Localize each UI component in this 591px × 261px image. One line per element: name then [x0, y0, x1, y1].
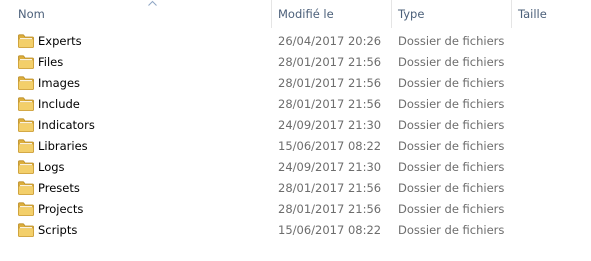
file-name: Scripts	[38, 223, 78, 237]
folder-icon	[18, 202, 34, 216]
file-name: Presets	[38, 181, 80, 195]
column-header-bar: Nom Modifié le Type Taille	[0, 0, 591, 28]
file-row[interactable]: Libraries 15/06/2017 08:22 Dossier de fi…	[0, 136, 591, 157]
file-name: Images	[38, 76, 81, 90]
file-type: Dossier de fichiers	[398, 76, 505, 90]
column-header-size-label: Taille	[518, 7, 547, 21]
file-type: Dossier de fichiers	[398, 97, 505, 111]
file-name: Libraries	[38, 139, 88, 153]
file-name: Include	[38, 97, 80, 111]
folder-icon	[18, 34, 34, 48]
file-type: Dossier de fichiers	[398, 55, 505, 69]
file-name: Files	[38, 55, 64, 69]
file-row[interactable]: Scripts 15/06/2017 08:22 Dossier de fich…	[0, 220, 591, 241]
file-type: Dossier de fichiers	[398, 202, 505, 216]
folder-icon	[18, 223, 34, 237]
column-header-size[interactable]: Taille	[511, 0, 591, 28]
file-modified: 28/01/2017 21:56	[278, 181, 382, 195]
file-type: Dossier de fichiers	[398, 181, 505, 195]
file-modified: 28/01/2017 21:56	[278, 202, 382, 216]
column-header-modified-label: Modifié le	[278, 7, 334, 21]
file-rows: Experts 26/04/2017 20:26 Dossier de fich…	[0, 31, 591, 241]
folder-icon	[18, 97, 34, 111]
folder-icon	[18, 139, 34, 153]
column-header-name-label: Nom	[18, 7, 45, 21]
file-row[interactable]: Include 28/01/2017 21:56 Dossier de fich…	[0, 94, 591, 115]
file-list-view: Nom Modifié le Type Taille Experts 26/04…	[0, 0, 591, 261]
file-row[interactable]: Images 28/01/2017 21:56 Dossier de fichi…	[0, 73, 591, 94]
file-name: Indicators	[38, 118, 95, 132]
file-modified: 15/06/2017 08:22	[278, 223, 382, 237]
sort-ascending-icon	[148, 0, 157, 6]
column-header-type-label: Type	[398, 7, 425, 21]
column-header-type[interactable]: Type	[391, 0, 511, 28]
file-modified: 26/04/2017 20:26	[278, 34, 382, 48]
folder-icon	[18, 55, 34, 69]
file-name: Logs	[38, 160, 65, 174]
folder-icon	[18, 181, 34, 195]
folder-icon	[18, 118, 34, 132]
folder-icon	[18, 76, 34, 90]
column-header-modified[interactable]: Modifié le	[271, 0, 391, 28]
file-type: Dossier de fichiers	[398, 118, 505, 132]
file-name: Experts	[38, 34, 82, 48]
file-modified: 15/06/2017 08:22	[278, 139, 382, 153]
column-header-name[interactable]: Nom	[12, 0, 271, 28]
file-row[interactable]: Files 28/01/2017 21:56 Dossier de fichie…	[0, 52, 591, 73]
file-modified: 24/09/2017 21:30	[278, 160, 382, 174]
folder-icon	[18, 160, 34, 174]
file-type: Dossier de fichiers	[398, 160, 505, 174]
file-modified: 24/09/2017 21:30	[278, 118, 382, 132]
file-type: Dossier de fichiers	[398, 139, 505, 153]
file-row[interactable]: Indicators 24/09/2017 21:30 Dossier de f…	[0, 115, 591, 136]
file-type: Dossier de fichiers	[398, 223, 505, 237]
file-name: Projects	[38, 202, 84, 216]
file-row[interactable]: Presets 28/01/2017 21:56 Dossier de fich…	[0, 178, 591, 199]
file-modified: 28/01/2017 21:56	[278, 55, 382, 69]
file-modified: 28/01/2017 21:56	[278, 97, 382, 111]
file-row[interactable]: Logs 24/09/2017 21:30 Dossier de fichier…	[0, 157, 591, 178]
file-row[interactable]: Experts 26/04/2017 20:26 Dossier de fich…	[0, 31, 591, 52]
file-type: Dossier de fichiers	[398, 34, 505, 48]
file-row[interactable]: Projects 28/01/2017 21:56 Dossier de fic…	[0, 199, 591, 220]
file-modified: 28/01/2017 21:56	[278, 76, 382, 90]
